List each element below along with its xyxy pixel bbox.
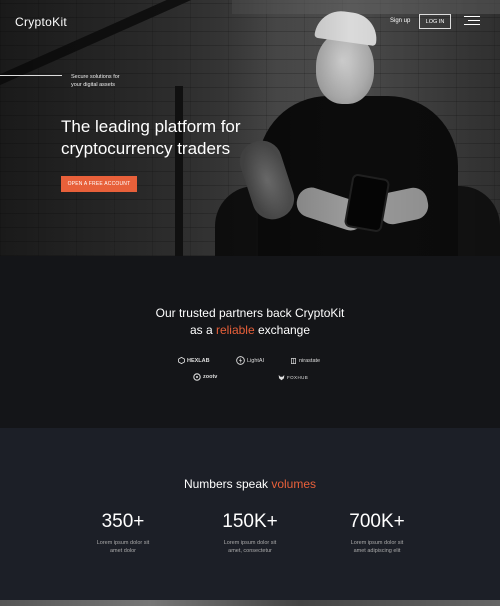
stat-description-line-1: Lorem ipsum dolor sit xyxy=(96,540,150,546)
stat-description-line-2: amet, consectetur xyxy=(228,548,272,554)
partners-title-line-1: Our trusted partners back CryptoKit xyxy=(155,306,345,320)
partner-logo-label: nirastate xyxy=(299,357,321,364)
partners-section xyxy=(0,256,500,428)
stat-description-line-2: amet dolor xyxy=(110,548,136,554)
partners-title-pre: as a xyxy=(189,323,216,337)
building-icon xyxy=(291,358,296,364)
partner-logo-label: LightAI xyxy=(247,357,265,364)
hero-tagline: Secure solutions for your digital assets xyxy=(71,73,161,89)
stat-description-line-2: amet adipiscing elit xyxy=(353,548,401,554)
brand-logo[interactable]: CryptoKit xyxy=(15,15,67,29)
stat-item: 350+ Lorem ipsum dolor sit amet dolor xyxy=(63,511,183,555)
open-account-button[interactable]: OPEN A FREE ACCOUNT xyxy=(61,176,137,192)
stat-description: Lorem ipsum dolor sit amet, consectetur xyxy=(190,539,310,555)
partners-title-accent: reliable xyxy=(215,323,255,337)
partners-title-line-2: as a reliable exchange xyxy=(0,322,500,339)
stat-item: 150K+ Lorem ipsum dolor sit amet, consec… xyxy=(190,511,310,555)
hex-icon xyxy=(178,357,185,364)
hero-headline-line-1: The leading platform for xyxy=(61,117,241,136)
stat-description-line-1: Lorem ipsum dolor sit xyxy=(223,540,277,546)
partner-logo-foxhub[interactable]: FOXHUB xyxy=(278,374,308,381)
signup-link[interactable]: Sign up xyxy=(390,18,410,24)
hero-headline-line-2: cryptocurrency traders xyxy=(61,139,231,158)
stat-item: 700K+ Lorem ipsum dolor sit amet adipisc… xyxy=(317,511,437,555)
stat-value: 350+ xyxy=(101,511,145,532)
hero-tagline-line-1: Secure solutions for xyxy=(71,74,120,80)
login-button[interactable]: LOG IN xyxy=(419,14,451,29)
partners-title: Our trusted partners back CryptoKit as a… xyxy=(0,305,500,339)
partner-logo-label: HEXLAB xyxy=(187,357,210,364)
tv-icon xyxy=(193,373,201,381)
stat-description-line-1: Lorem ipsum dolor sit xyxy=(350,540,404,546)
tagline-rule xyxy=(0,75,62,76)
hero-tagline-line-2: your digital assets xyxy=(71,82,116,88)
bolt-circle-icon xyxy=(236,356,245,365)
fox-icon xyxy=(278,375,285,381)
numbers-title-accent: volumes xyxy=(271,477,317,491)
stat-description: Lorem ipsum dolor sit amet dolor xyxy=(63,539,183,555)
stat-value: 700K+ xyxy=(349,511,405,532)
numbers-title: Numbers speak volumes xyxy=(0,477,500,491)
numbers-title-pre: Numbers speak xyxy=(183,477,272,491)
partner-logo-zootv[interactable]: zootv xyxy=(193,373,217,381)
partner-logo-nirastate[interactable]: nirastate xyxy=(290,357,320,364)
partner-logo-hexlab[interactable]: HEXLAB xyxy=(178,357,210,364)
hamburger-icon[interactable] xyxy=(464,16,480,26)
hero-headline: The leading platform for cryptocurrency … xyxy=(61,116,281,160)
partner-logo-lightai[interactable]: LightAI xyxy=(236,356,264,365)
next-section-photo-edge xyxy=(0,600,500,606)
stat-value: 150K+ xyxy=(222,511,278,532)
stat-description: Lorem ipsum dolor sit amet adipiscing el… xyxy=(317,539,437,555)
partners-title-post: exchange xyxy=(254,323,311,337)
partner-logo-label: FOXHUB xyxy=(287,375,309,380)
partner-logo-label: zootv xyxy=(203,374,218,380)
